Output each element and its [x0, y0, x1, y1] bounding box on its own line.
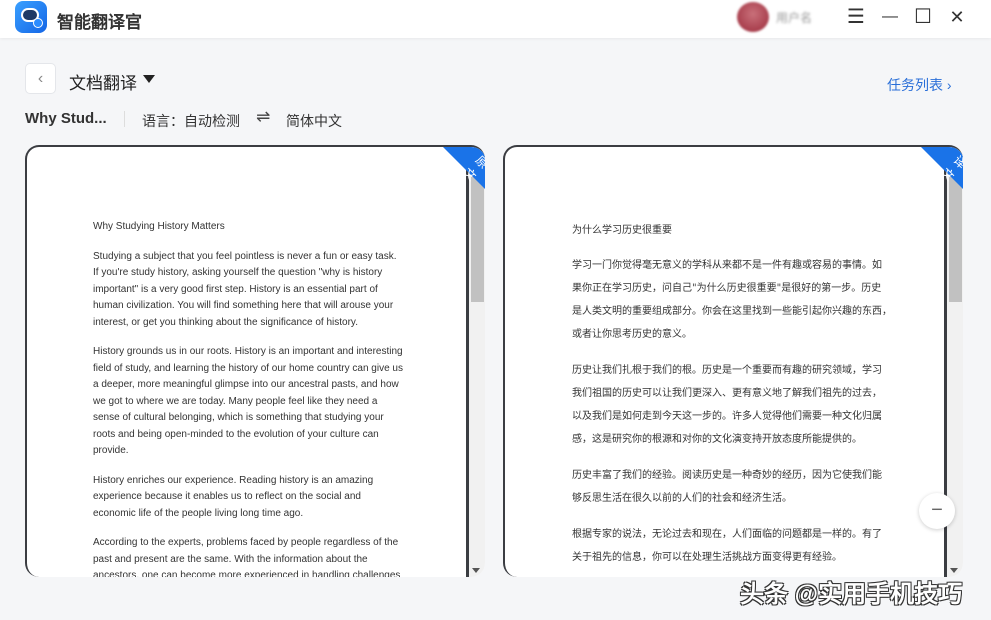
translation-panel: 为什么学习历史很重要 学习一门你觉得毫无意义的学科从来都不是一件有趣或容易的事情…	[503, 145, 963, 577]
watermark: 头条 @实用手机技巧	[740, 574, 962, 609]
text-line: interest, or get you thinking about the …	[93, 315, 413, 332]
text-line: 果你正在学习历史，问自己"为什么历史很重要"是很好的第一步。历史	[572, 277, 892, 300]
app-logo-icon	[15, 1, 47, 33]
text-line: provide.	[93, 443, 413, 460]
paragraph: History grounds us in our roots. History…	[93, 344, 413, 460]
zoom-out-button[interactable]: −	[919, 493, 955, 529]
text-line: important" is a very good first step. Hi…	[93, 282, 413, 299]
task-list-link[interactable]: 任务列表 ›	[887, 75, 952, 95]
swap-languages-icon[interactable]: ⇌	[256, 107, 270, 127]
translation-document: 为什么学习历史很重要 学习一门你觉得毫无意义的学科从来都不是一件有趣或容易的事情…	[572, 219, 892, 577]
back-button[interactable]: ‹	[25, 63, 56, 94]
text-line: we got to where we are today. Many peopl…	[93, 394, 413, 411]
text-line: a deeper, more meaningful glimpse into o…	[93, 377, 413, 394]
user-name[interactable]: 用户名	[776, 9, 812, 26]
divider	[124, 111, 125, 127]
source-badge: 原文	[443, 147, 485, 189]
text-line: 够反思生活在很久以前的人们的社会和经济生活。	[572, 487, 892, 510]
document-name: Why Stud...	[25, 110, 107, 127]
translation-title: 为什么学习历史很重要	[572, 219, 892, 242]
source-panel: Why Studying History Matters Studying a …	[25, 145, 485, 577]
source-scroll-thumb[interactable]	[471, 177, 484, 302]
text-line: History enriches our experience. Reading…	[93, 473, 413, 490]
paragraph: 历史丰富了我们的经验。阅读历史是一种奇妙的经历，因为它使我们能够反思生活在很久以…	[572, 464, 892, 510]
text-line: past and present are the same. With the …	[93, 552, 413, 569]
scroll-down-arrow-icon[interactable]	[472, 568, 480, 573]
source-title: Why Studying History Matters	[93, 219, 413, 236]
paragraph: 根据专家的说法，无论过去和现在，人们面临的问题都是一样的。有了关于祖先的信息，你…	[572, 523, 892, 569]
source-document: Why Studying History Matters Studying a …	[93, 219, 413, 577]
paragraph: According to the experts, problems faced…	[93, 535, 413, 577]
minimize-button[interactable]: —	[879, 6, 901, 28]
text-line: According to the experts, problems faced…	[93, 535, 413, 552]
text-line: 历史丰富了我们的经验。阅读历史是一种奇妙的经历，因为它使我们能	[572, 464, 892, 487]
translation-badge: 译文	[921, 147, 963, 189]
text-line: human civilization. You will find someth…	[93, 298, 413, 315]
maximize-button[interactable]: ☐	[912, 6, 934, 28]
app-title: 智能翻译官	[57, 8, 142, 33]
title-bar: 智能翻译官 用户名 ☰ — ☐ ✕	[0, 0, 991, 38]
scroll-down-arrow-icon[interactable]	[950, 568, 958, 573]
text-line: 我们祖国的历史可以让我们更深入、更有意义地了解我们祖先的过去，	[572, 382, 892, 405]
paragraph: 学习一门你觉得毫无意义的学科从来都不是一件有趣或容易的事情。如果你正在学习历史，…	[572, 254, 892, 346]
text-line: 学习一门你觉得毫无意义的学科从来都不是一件有趣或容易的事情。如	[572, 254, 892, 277]
source-badge-label: 原文	[460, 152, 485, 185]
text-line: roots and being open-minded to the evolu…	[93, 427, 413, 444]
text-line: History grounds us in our roots. History…	[93, 344, 413, 361]
user-avatar[interactable]	[737, 2, 769, 32]
text-line: 根据专家的说法，无论过去和现在，人们面临的问题都是一样的。有了	[572, 523, 892, 546]
text-line: 或者让你思考历史的意义。	[572, 323, 892, 346]
text-line: 历史让我们扎根于我们的根。历史是一个重要而有趣的研究领域，学习	[572, 359, 892, 382]
mode-title[interactable]: 文档翻译	[69, 69, 137, 94]
text-line: sense of cultural belonging, which is so…	[93, 410, 413, 427]
close-button[interactable]: ✕	[946, 6, 968, 28]
text-line: field of study, and learning the history…	[93, 361, 413, 378]
text-line: economic life of the people living long …	[93, 506, 413, 523]
text-line: experience because it enables us to refl…	[93, 489, 413, 506]
menu-icon[interactable]: ☰	[845, 6, 867, 28]
text-line: Studying a subject that you feel pointle…	[93, 249, 413, 266]
caret-down-icon[interactable]	[143, 75, 155, 83]
text-line: ancestors, one can become more experienc…	[93, 568, 413, 577]
target-language-select[interactable]: 简体中文	[286, 111, 342, 131]
paragraph: 历史让我们扎根于我们的根。历史是一个重要而有趣的研究领域，学习我们祖国的历史可以…	[572, 359, 892, 451]
paragraph: Studying a subject that you feel pointle…	[93, 249, 413, 332]
paragraph: History enriches our experience. Reading…	[93, 473, 413, 523]
translation-badge-label: 译文	[938, 152, 963, 185]
text-line: If you're study history, asking yourself…	[93, 265, 413, 282]
text-line: 以及我们是如何走到今天这一步的。许多人觉得他们需要一种文化归属	[572, 405, 892, 428]
source-language-select[interactable]: 语言：自动检测	[142, 111, 240, 131]
text-line: 关于祖先的信息，你可以在处理生活挑战方面变得更有经验。	[572, 546, 892, 569]
text-line: 感，这是研究你的根源和对你的文化演变持开放态度所能提供的。	[572, 428, 892, 451]
translation-scroll-thumb[interactable]	[949, 177, 962, 302]
text-line: 是人类文明的重要组成部分。你会在这里找到一些能引起你兴趣的东西，	[572, 300, 892, 323]
